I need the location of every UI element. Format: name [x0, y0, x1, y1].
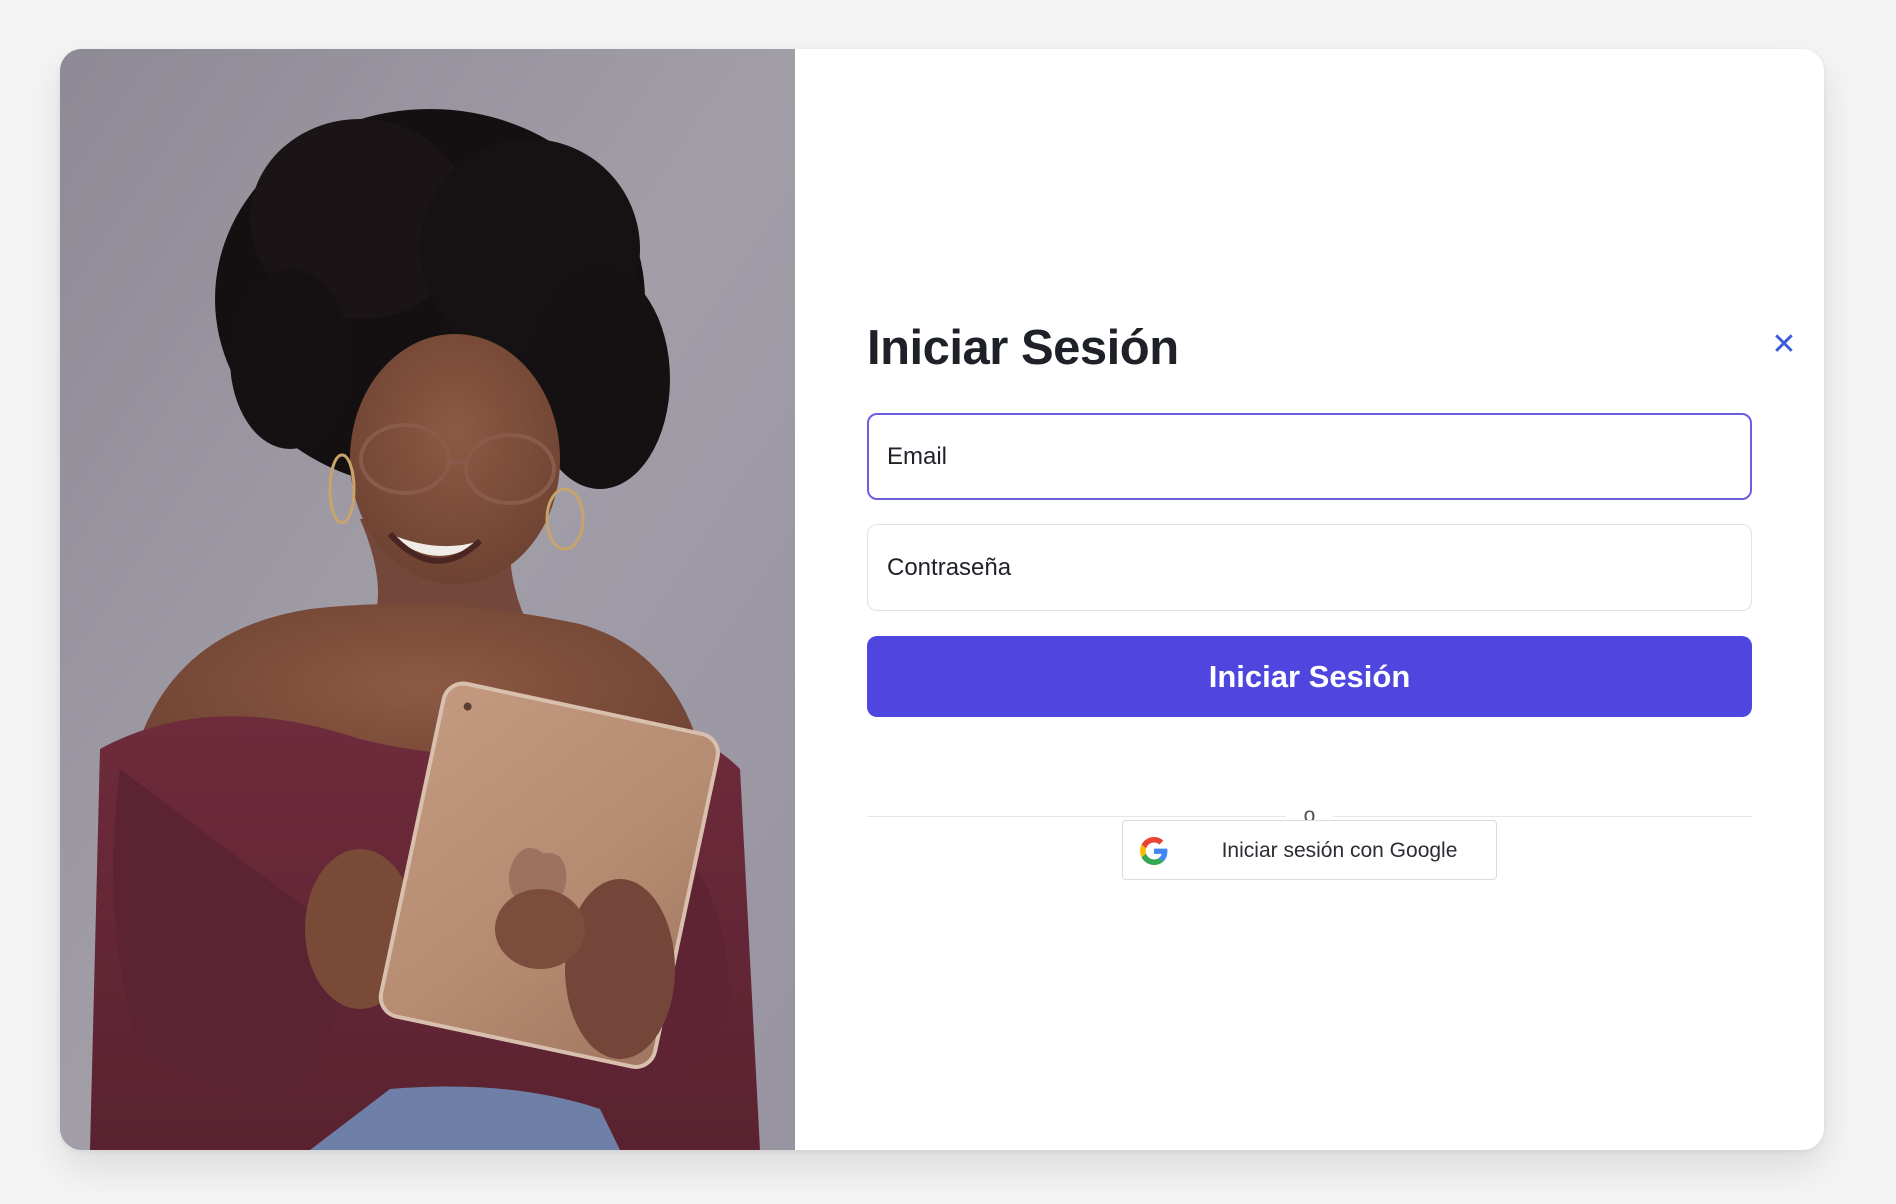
hero-photo	[60, 49, 795, 1150]
google-icon	[1140, 837, 1168, 865]
page-title: Iniciar Sesión	[867, 321, 1179, 375]
login-card: Iniciar Sesión ✕ Iniciar Sesión o Inicia…	[60, 49, 1824, 1150]
google-login-button[interactable]: Iniciar sesión con Google	[1122, 820, 1497, 880]
woman-with-tablet-image	[60, 49, 795, 1150]
close-button[interactable]: ✕	[1769, 330, 1799, 360]
google-login-label: Iniciar sesión con Google	[1221, 839, 1458, 862]
password-field[interactable]	[867, 524, 1752, 611]
email-field[interactable]	[867, 413, 1752, 500]
divider-line-right	[1333, 816, 1752, 817]
login-form-panel: Iniciar Sesión ✕ Iniciar Sesión o Inicia…	[795, 49, 1824, 1150]
close-icon: ✕	[1771, 327, 1797, 362]
login-submit-button[interactable]: Iniciar Sesión	[867, 636, 1752, 717]
